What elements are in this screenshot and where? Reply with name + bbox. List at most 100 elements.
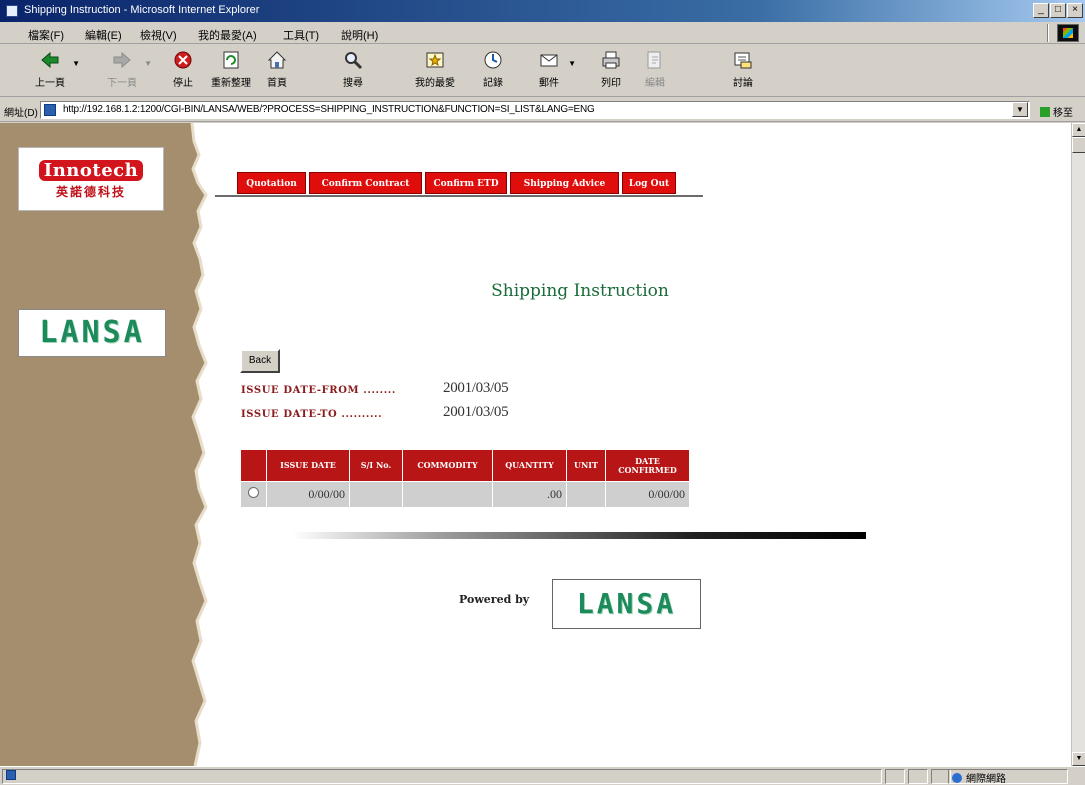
status-message-pane (2, 769, 882, 784)
chevron-down-icon[interactable]: ▼ (568, 59, 576, 68)
scroll-up-icon[interactable]: ▲ (1072, 123, 1085, 137)
print-button[interactable]: 列印 (596, 49, 626, 93)
menu-tools[interactable]: 工具(T) (283, 27, 319, 43)
window-title: Shipping Instruction - Microsoft Interne… (24, 4, 260, 16)
favorites-icon (426, 52, 444, 68)
table-row: 0/00/00 .00 0/00/00 (240, 481, 690, 508)
close-icon[interactable]: × (1067, 3, 1083, 18)
ie-page-icon (6, 5, 18, 17)
address-input[interactable]: http://192.168.1.2:1200/CGI-BIN/LANSA/WE… (40, 101, 1030, 119)
history-button[interactable]: 記錄 (478, 49, 508, 93)
tab-shipping-advice[interactable]: Shipping Advice (510, 172, 619, 194)
header-quantity: QUANTITY (492, 449, 567, 482)
search-button[interactable]: 搜尋 (338, 49, 368, 93)
gradient-divider (292, 532, 866, 539)
internet-zone: 網際網路 (952, 770, 1006, 785)
scroll-down-icon[interactable]: ▼ (1072, 752, 1085, 766)
browser-window: Shipping Instruction - Microsoft Interne… (0, 0, 1085, 785)
header-unit: UNIT (566, 449, 606, 482)
shipping-instruction-table: ISSUE DATE S/I No. COMMODITY QUANTITY UN… (240, 449, 690, 508)
back-arrow-icon (41, 51, 59, 69)
stop-icon (174, 51, 192, 69)
address-dropdown-icon[interactable]: ▼ (1012, 102, 1028, 117)
menu-bar: 檔案(F) 編輯(E) 檢視(V) 我的最愛(A) 工具(T) 說明(H) (0, 22, 1085, 44)
torn-paper-decoration (0, 123, 208, 766)
title-bar[interactable]: Shipping Instruction - Microsoft Interne… (0, 0, 1085, 22)
go-button[interactable]: 移至 (1040, 104, 1073, 119)
tab-log-out[interactable]: Log Out (622, 172, 676, 194)
status-bar: 網際網路 (0, 766, 1085, 785)
messenger-button[interactable]: 討論 (728, 49, 758, 93)
home-icon (267, 51, 287, 69)
forward-button[interactable]: 下一頁 ▼ (102, 49, 152, 93)
cell-si-no (349, 481, 403, 508)
header-date-confirmed: DATE CONFIRMED (605, 449, 690, 482)
row-select-cell (240, 481, 267, 508)
cell-issue-date: 0/00/00 (266, 481, 350, 508)
tab-confirm-etd[interactable]: Confirm ETD (425, 172, 507, 194)
status-pane (885, 769, 905, 784)
edit-icon (647, 51, 661, 69)
page-viewport: Innotech 英諾德科技 LANSA Quotation Confirm C… (0, 123, 1071, 766)
refresh-button[interactable]: 重新整理 (210, 49, 252, 93)
address-label: 網址(D) (4, 108, 38, 119)
cell-quantity: .00 (492, 481, 567, 508)
header-si-no: S/I No. (349, 449, 403, 482)
lansa-footer-logo: LANSA (552, 579, 701, 629)
history-icon (484, 51, 502, 69)
mail-button[interactable]: 郵件 ▼ (532, 49, 576, 93)
scroll-thumb[interactable] (1072, 137, 1085, 153)
header-issue-date: ISSUE DATE (266, 449, 350, 482)
page-icon (44, 104, 56, 116)
stop-button[interactable]: 停止 (168, 49, 198, 93)
menu-edit[interactable]: 編輯(E) (85, 27, 122, 43)
cell-date-confirmed: 0/00/00 (605, 481, 690, 508)
forward-arrow-icon (113, 51, 131, 69)
issue-date-from-row: ISSUE DATE-FROM ........ 2001/03/05 (241, 380, 509, 396)
address-bar: 網址(D) http://192.168.1.2:1200/CGI-BIN/LA… (0, 98, 1085, 122)
issue-date-from-value: 2001/03/05 (443, 380, 509, 396)
chevron-down-icon[interactable]: ▼ (144, 59, 152, 68)
menu-separator (1047, 24, 1049, 42)
issue-date-to-value: 2001/03/05 (443, 404, 509, 420)
innotech-chinese-name: 英諾德科技 (55, 185, 126, 199)
print-icon (602, 51, 620, 69)
page-status-icon (6, 770, 16, 780)
windows-logo-icon (1057, 24, 1079, 42)
innotech-logo: Innotech 英諾德科技 (18, 147, 164, 211)
home-button[interactable]: 首頁 (262, 49, 292, 93)
innotech-brand: Innotech (38, 160, 144, 181)
issue-date-to-row: ISSUE DATE-TO .......... 2001/03/05 (241, 404, 509, 420)
menu-favorites[interactable]: 我的最愛(A) (198, 27, 257, 43)
sidebar-backdrop: Innotech 英諾德科技 LANSA (0, 123, 210, 766)
menu-view[interactable]: 檢視(V) (140, 27, 177, 43)
chevron-down-icon[interactable]: ▼ (72, 59, 80, 68)
back-page-button[interactable]: Back (240, 349, 280, 373)
issue-date-to-label: ISSUE DATE-TO .......... (241, 409, 383, 420)
header-commodity: COMMODITY (402, 449, 493, 482)
address-url: http://192.168.1.2:1200/CGI-BIN/LANSA/WE… (63, 104, 595, 115)
lansa-logo: LANSA (18, 309, 166, 357)
minimize-icon[interactable]: _ (1033, 3, 1049, 18)
cell-unit (566, 481, 606, 508)
refresh-icon (223, 51, 239, 69)
toolbar: 上一頁 ▼ 下一頁 ▼ 停止 重新整理 首頁 搜尋 我的最愛 記錄 郵件 ▼ 列… (0, 45, 1085, 97)
favorites-button[interactable]: 我的最愛 (413, 49, 457, 93)
menu-file[interactable]: 檔案(F) (28, 27, 64, 43)
issue-date-from-label: ISSUE DATE-FROM ........ (241, 385, 396, 396)
globe-icon (952, 773, 962, 783)
row-select-radio[interactable] (248, 487, 259, 498)
cell-commodity (402, 481, 493, 508)
table-header-row: ISSUE DATE S/I No. COMMODITY QUANTITY UN… (240, 449, 690, 482)
header-select (240, 449, 267, 482)
back-button[interactable]: 上一頁 ▼ (30, 49, 80, 93)
menu-help[interactable]: 說明(H) (341, 27, 378, 43)
edit-button[interactable]: 編輯 (640, 49, 670, 93)
search-icon (345, 52, 363, 70)
vertical-scrollbar[interactable]: ▲ ▼ (1071, 123, 1085, 766)
go-arrow-icon (1040, 107, 1050, 117)
tab-quotation[interactable]: Quotation (237, 172, 306, 194)
maximize-icon[interactable]: □ (1050, 3, 1066, 18)
tab-confirm-contract[interactable]: Confirm Contract (309, 172, 422, 194)
status-pane (908, 769, 928, 784)
